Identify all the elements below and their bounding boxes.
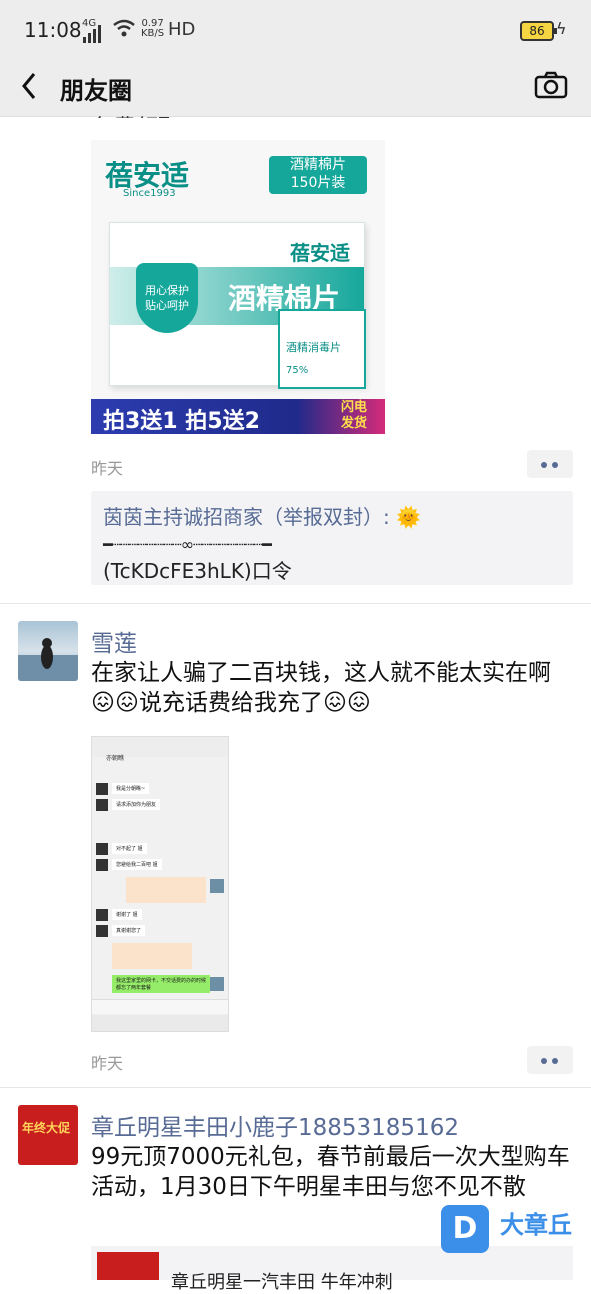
product-count: 150片装: [290, 175, 346, 191]
more-options-button[interactable]: [527, 1046, 573, 1074]
comment-code: (TcKDcFE3hLK)口令: [103, 559, 292, 583]
truncated-post-text: 免费领取: [92, 110, 180, 118]
post-author[interactable]: 章丘明星丰田小鹿子18853185162: [91, 1108, 459, 1142]
charging-icon: ϟ: [556, 19, 567, 38]
promo-banner: 拍3送1 拍5送2 闪电 发货: [91, 399, 385, 434]
post-text: 99元顶7000元礼包，春节前最后一次大型购车活动，1月30日下午明星丰田与您不…: [91, 1144, 570, 1200]
comment-divider-text: ━┈┈┈┈┈┈┈┈∞┈┈┈┈┈┈┈┈━: [103, 535, 272, 554]
comment-section: 茵茵主持诚招商家（举报双封）: 🌞 ━┈┈┈┈┈┈┈┈∞┈┈┈┈┈┈┈┈━ (T…: [91, 491, 573, 585]
post-author[interactable]: 雪莲: [91, 624, 137, 658]
post-divider: [0, 603, 591, 604]
watermark-logo-icon: D: [441, 1205, 489, 1253]
sun-emoji: 🌞: [396, 505, 422, 529]
post-divider: [0, 1087, 591, 1088]
hd-badge: HD: [168, 19, 196, 40]
watermark-text: 大章丘: [500, 1211, 572, 1239]
product-label-box: 酒精棉片 150片装: [269, 156, 367, 194]
promo-text: 拍3送1 拍5送2: [103, 409, 260, 434]
back-arrow-icon[interactable]: [18, 70, 38, 110]
post-date: 昨天: [91, 1054, 124, 1073]
brand-since: Since1993: [123, 188, 176, 199]
flash-text: 闪电 发货: [341, 400, 368, 431]
page-title: 朋友圈: [60, 77, 132, 105]
camera-icon[interactable]: [534, 70, 568, 100]
wifi-icon: [112, 19, 136, 41]
sachet: 酒精消毒片 75%: [278, 309, 366, 389]
box-brand: 蓓安适: [290, 241, 350, 265]
link-preview[interactable]: 章丘明星一汽丰田 牛年冲刺: [91, 1246, 573, 1293]
more-options-button[interactable]: [527, 450, 573, 478]
post-text: 在家让人骗了二百块钱，这人就不能太实在啊😖😖说充话费给我充了😖😖: [91, 660, 551, 716]
status-bar: 11:08 4G 0.97 KB/S HD 86 ϟ: [0, 0, 591, 58]
shield-icon: 用心保护 贴心呵护: [136, 263, 198, 333]
comment-author[interactable]: 茵茵主持诚招商家（举报双封）: 🌞: [103, 501, 421, 530]
product-box: 蓓安适 酒精棉片 用心保护 贴心呵护 酒精消毒片 75%: [109, 222, 366, 389]
link-preview-title: 章丘明星一汽丰田 牛年冲刺: [171, 1272, 393, 1293]
avatar[interactable]: [18, 621, 78, 681]
post-image-chat-screenshot[interactable]: 亦朝瞧 我是分朝瞧~ 请求添加你为朋友 对不起了 姐 您避给我二百吧 姐 谢谢了…: [91, 736, 229, 1032]
avatar[interactable]: 年终大促: [18, 1105, 78, 1165]
post-image-ad[interactable]: 蓓安适 Since1993 酒精棉片 150片装 蓓安适 酒精棉片 用心保护 贴心…: [91, 140, 385, 434]
network-signal-icon: 4G: [82, 19, 101, 43]
post-date: 昨天: [91, 459, 124, 478]
net-speed: 0.97 KB/S: [141, 18, 165, 39]
status-time: 11:08: [24, 18, 82, 42]
product-label: 酒精棉片: [290, 157, 346, 173]
battery-indicator: 86: [520, 21, 557, 41]
top-nav-bar: 朋友圈: [0, 58, 591, 117]
chat-title: 亦朝瞧: [106, 755, 125, 762]
